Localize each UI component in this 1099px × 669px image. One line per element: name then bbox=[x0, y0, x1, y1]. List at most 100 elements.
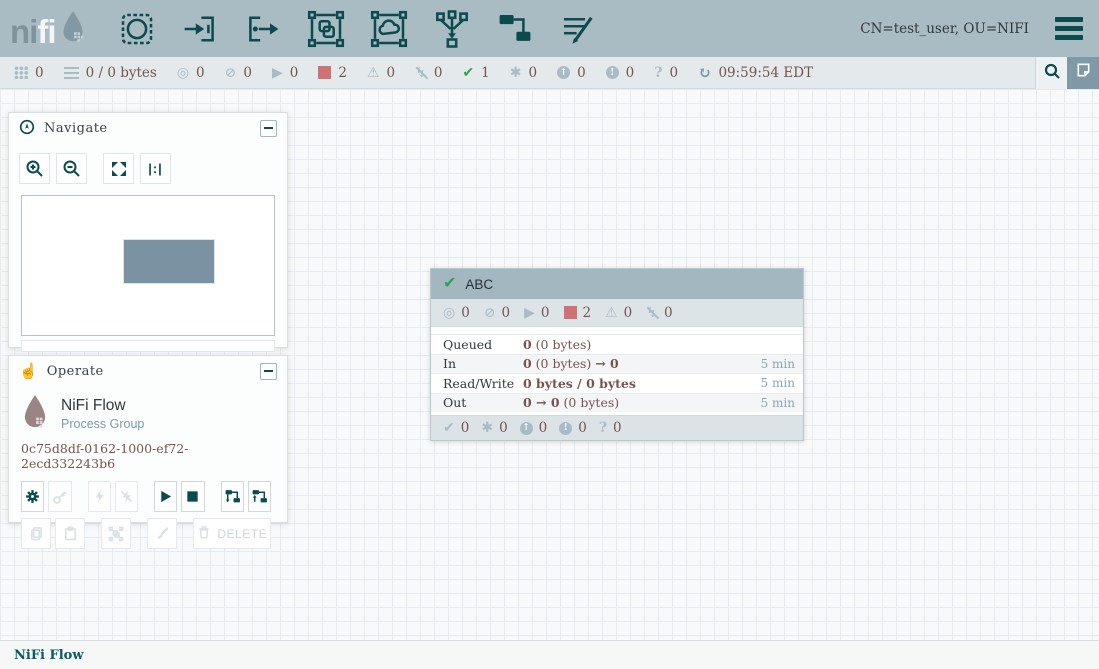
invalid-icon: ↯ bbox=[415, 66, 427, 80]
invalid-icon: ↯ bbox=[646, 306, 658, 320]
start-button[interactable] bbox=[154, 481, 177, 512]
upload-template-button[interactable] bbox=[248, 481, 271, 512]
navigate-title: Navigate bbox=[44, 121, 108, 136]
valid-count: ✔0 bbox=[443, 420, 469, 436]
operate-title: Operate bbox=[47, 364, 104, 379]
queued-status: 0 / 0 bytes bbox=[64, 65, 157, 81]
not-transmitting-stat: ⊘0 bbox=[484, 305, 510, 321]
valid-status: ✔ 1 bbox=[462, 65, 489, 81]
navigate-tools: |:| bbox=[9, 143, 287, 192]
operate-header: ☝ Operate bbox=[9, 356, 287, 386]
warning-icon: ⚠ bbox=[605, 306, 618, 320]
running-icon: ▶ bbox=[272, 66, 283, 80]
in-row: In 0 (0 bytes) → 0 5 min bbox=[431, 354, 803, 374]
disabled-icon: ✱ bbox=[481, 421, 493, 435]
flow-canvas[interactable]: Navigate |:| ☝ Operate bbox=[0, 89, 1099, 640]
process-group-stats-row: ◎0 ⊘0 ▶0 2 ⚠0 ↯0 bbox=[431, 299, 803, 327]
component-toolbar bbox=[114, 6, 601, 52]
template-icon[interactable] bbox=[492, 6, 538, 52]
read-write-row: Read/Write 0 bytes / 0 bytes 5 min bbox=[431, 373, 803, 393]
transmitting-icon: ◎ bbox=[443, 306, 455, 320]
locally-modified-count: !0 bbox=[559, 420, 587, 436]
output-port-icon[interactable] bbox=[240, 6, 286, 52]
app-header: nifi CN=test_user, OU=NIFI bbox=[0, 0, 1099, 57]
process-group-icon[interactable] bbox=[303, 6, 349, 52]
operate-buttons-row2: DELETE bbox=[9, 512, 287, 561]
navigate-header: Navigate bbox=[9, 113, 287, 143]
search-button[interactable] bbox=[1035, 57, 1067, 89]
sync-failure-status: ? 0 bbox=[654, 65, 678, 81]
access-policies-button[interactable] bbox=[48, 481, 71, 512]
breadcrumb-root[interactable]: NiFi Flow bbox=[14, 648, 84, 663]
breadcrumb-bar: NiFi Flow bbox=[0, 640, 1099, 669]
last-refresh-time: 09:59:54 EDT bbox=[718, 65, 813, 81]
zoom-in-button[interactable] bbox=[19, 153, 50, 184]
process-group-component-abc[interactable]: ✔ ABC ◎0 ⊘0 ▶0 2 ⚠0 ↯0 Queued 0 (0 bytes… bbox=[430, 268, 804, 441]
zoom-actual-size-button[interactable]: |:| bbox=[140, 153, 171, 184]
warning-stat: ⚠0 bbox=[605, 305, 632, 321]
minimap-viewport-rect[interactable] bbox=[123, 239, 215, 284]
zoom-out-button[interactable] bbox=[56, 153, 87, 184]
up-to-date-status: ↑ 0 bbox=[557, 65, 586, 81]
warning-status: ⚠ 0 bbox=[367, 65, 395, 81]
locally-modified-icon: ! bbox=[606, 66, 619, 79]
refresh-status: ↻ 09:59:54 EDT bbox=[698, 63, 813, 82]
navigate-collapse-button[interactable] bbox=[260, 120, 277, 137]
disable-button[interactable] bbox=[115, 481, 138, 512]
selected-component-type: Process Group bbox=[61, 417, 144, 431]
sync-failure-count: ?0 bbox=[599, 420, 622, 436]
color-button[interactable] bbox=[147, 518, 177, 549]
group-button[interactable] bbox=[101, 518, 131, 549]
paste-button[interactable] bbox=[55, 518, 85, 549]
funnel-icon[interactable] bbox=[429, 6, 475, 52]
processor-icon[interactable] bbox=[114, 6, 160, 52]
enable-button[interactable] bbox=[88, 481, 111, 512]
delete-button[interactable]: DELETE bbox=[193, 518, 271, 549]
invalid-status: ↯ 0 bbox=[415, 65, 442, 81]
birdseye-minimap[interactable] bbox=[21, 195, 275, 336]
one-to-one-icon: |:| bbox=[148, 161, 163, 176]
zoom-fit-button[interactable] bbox=[103, 153, 134, 184]
bulletin-board-button[interactable] bbox=[1067, 57, 1099, 89]
create-template-button[interactable] bbox=[221, 481, 244, 512]
stopped-icon bbox=[318, 66, 331, 79]
nifi-droplet-icon bbox=[56, 10, 86, 47]
up-to-date-icon: ↑ bbox=[520, 422, 533, 435]
process-group-footer: ✔0 ✱0 ↑0 !0 ?0 bbox=[431, 415, 803, 440]
search-icon bbox=[1043, 62, 1061, 84]
process-group-droplet-icon bbox=[21, 394, 49, 433]
minus-icon bbox=[264, 370, 273, 372]
input-port-icon[interactable] bbox=[177, 6, 223, 52]
minimap-lower-strip bbox=[21, 340, 275, 352]
configure-button[interactable] bbox=[21, 481, 44, 512]
navigate-palette: Navigate |:| bbox=[8, 112, 288, 348]
running-status: ▶ 0 bbox=[272, 65, 298, 81]
selected-component-name: NiFi Flow bbox=[61, 397, 144, 415]
operate-buttons-row1 bbox=[9, 475, 287, 512]
stop-button[interactable] bbox=[181, 481, 204, 512]
refresh-icon[interactable]: ↻ bbox=[698, 63, 711, 82]
label-icon[interactable] bbox=[555, 6, 601, 52]
copy-button[interactable] bbox=[21, 518, 51, 549]
up-to-date-count: ↑0 bbox=[520, 420, 548, 436]
current-user-label[interactable]: CN=test_user, OU=NIFI bbox=[860, 21, 1029, 37]
running-icon: ▶ bbox=[524, 306, 535, 320]
remote-process-group-icon[interactable] bbox=[366, 6, 412, 52]
process-group-title-bar[interactable]: ✔ ABC bbox=[431, 269, 803, 299]
minus-icon bbox=[264, 127, 273, 129]
disabled-status: ✱ 0 bbox=[510, 65, 537, 81]
locally-modified-icon: ! bbox=[559, 422, 572, 435]
disabled-icon: ✱ bbox=[510, 66, 522, 80]
compass-icon bbox=[19, 119, 35, 138]
warning-icon: ⚠ bbox=[367, 66, 380, 80]
question-icon: ? bbox=[599, 421, 607, 435]
active-threads-icon bbox=[14, 66, 28, 79]
active-threads-status: 0 bbox=[14, 65, 44, 81]
selected-component-row: NiFi Flow Process Group bbox=[9, 386, 287, 433]
flow-status-bar: 0 0 / 0 bytes ◎ 0 ⊘ 0 ▶ 0 2 ⚠ 0 ↯ 0 ✔ 1 … bbox=[0, 57, 1099, 89]
global-menu-icon[interactable] bbox=[1051, 13, 1087, 44]
transmitting-stat: ◎0 bbox=[443, 305, 470, 321]
not-transmitting-icon: ⊘ bbox=[225, 66, 237, 80]
operate-collapse-button[interactable] bbox=[260, 363, 277, 380]
locally-modified-status: ! 0 bbox=[606, 65, 635, 81]
